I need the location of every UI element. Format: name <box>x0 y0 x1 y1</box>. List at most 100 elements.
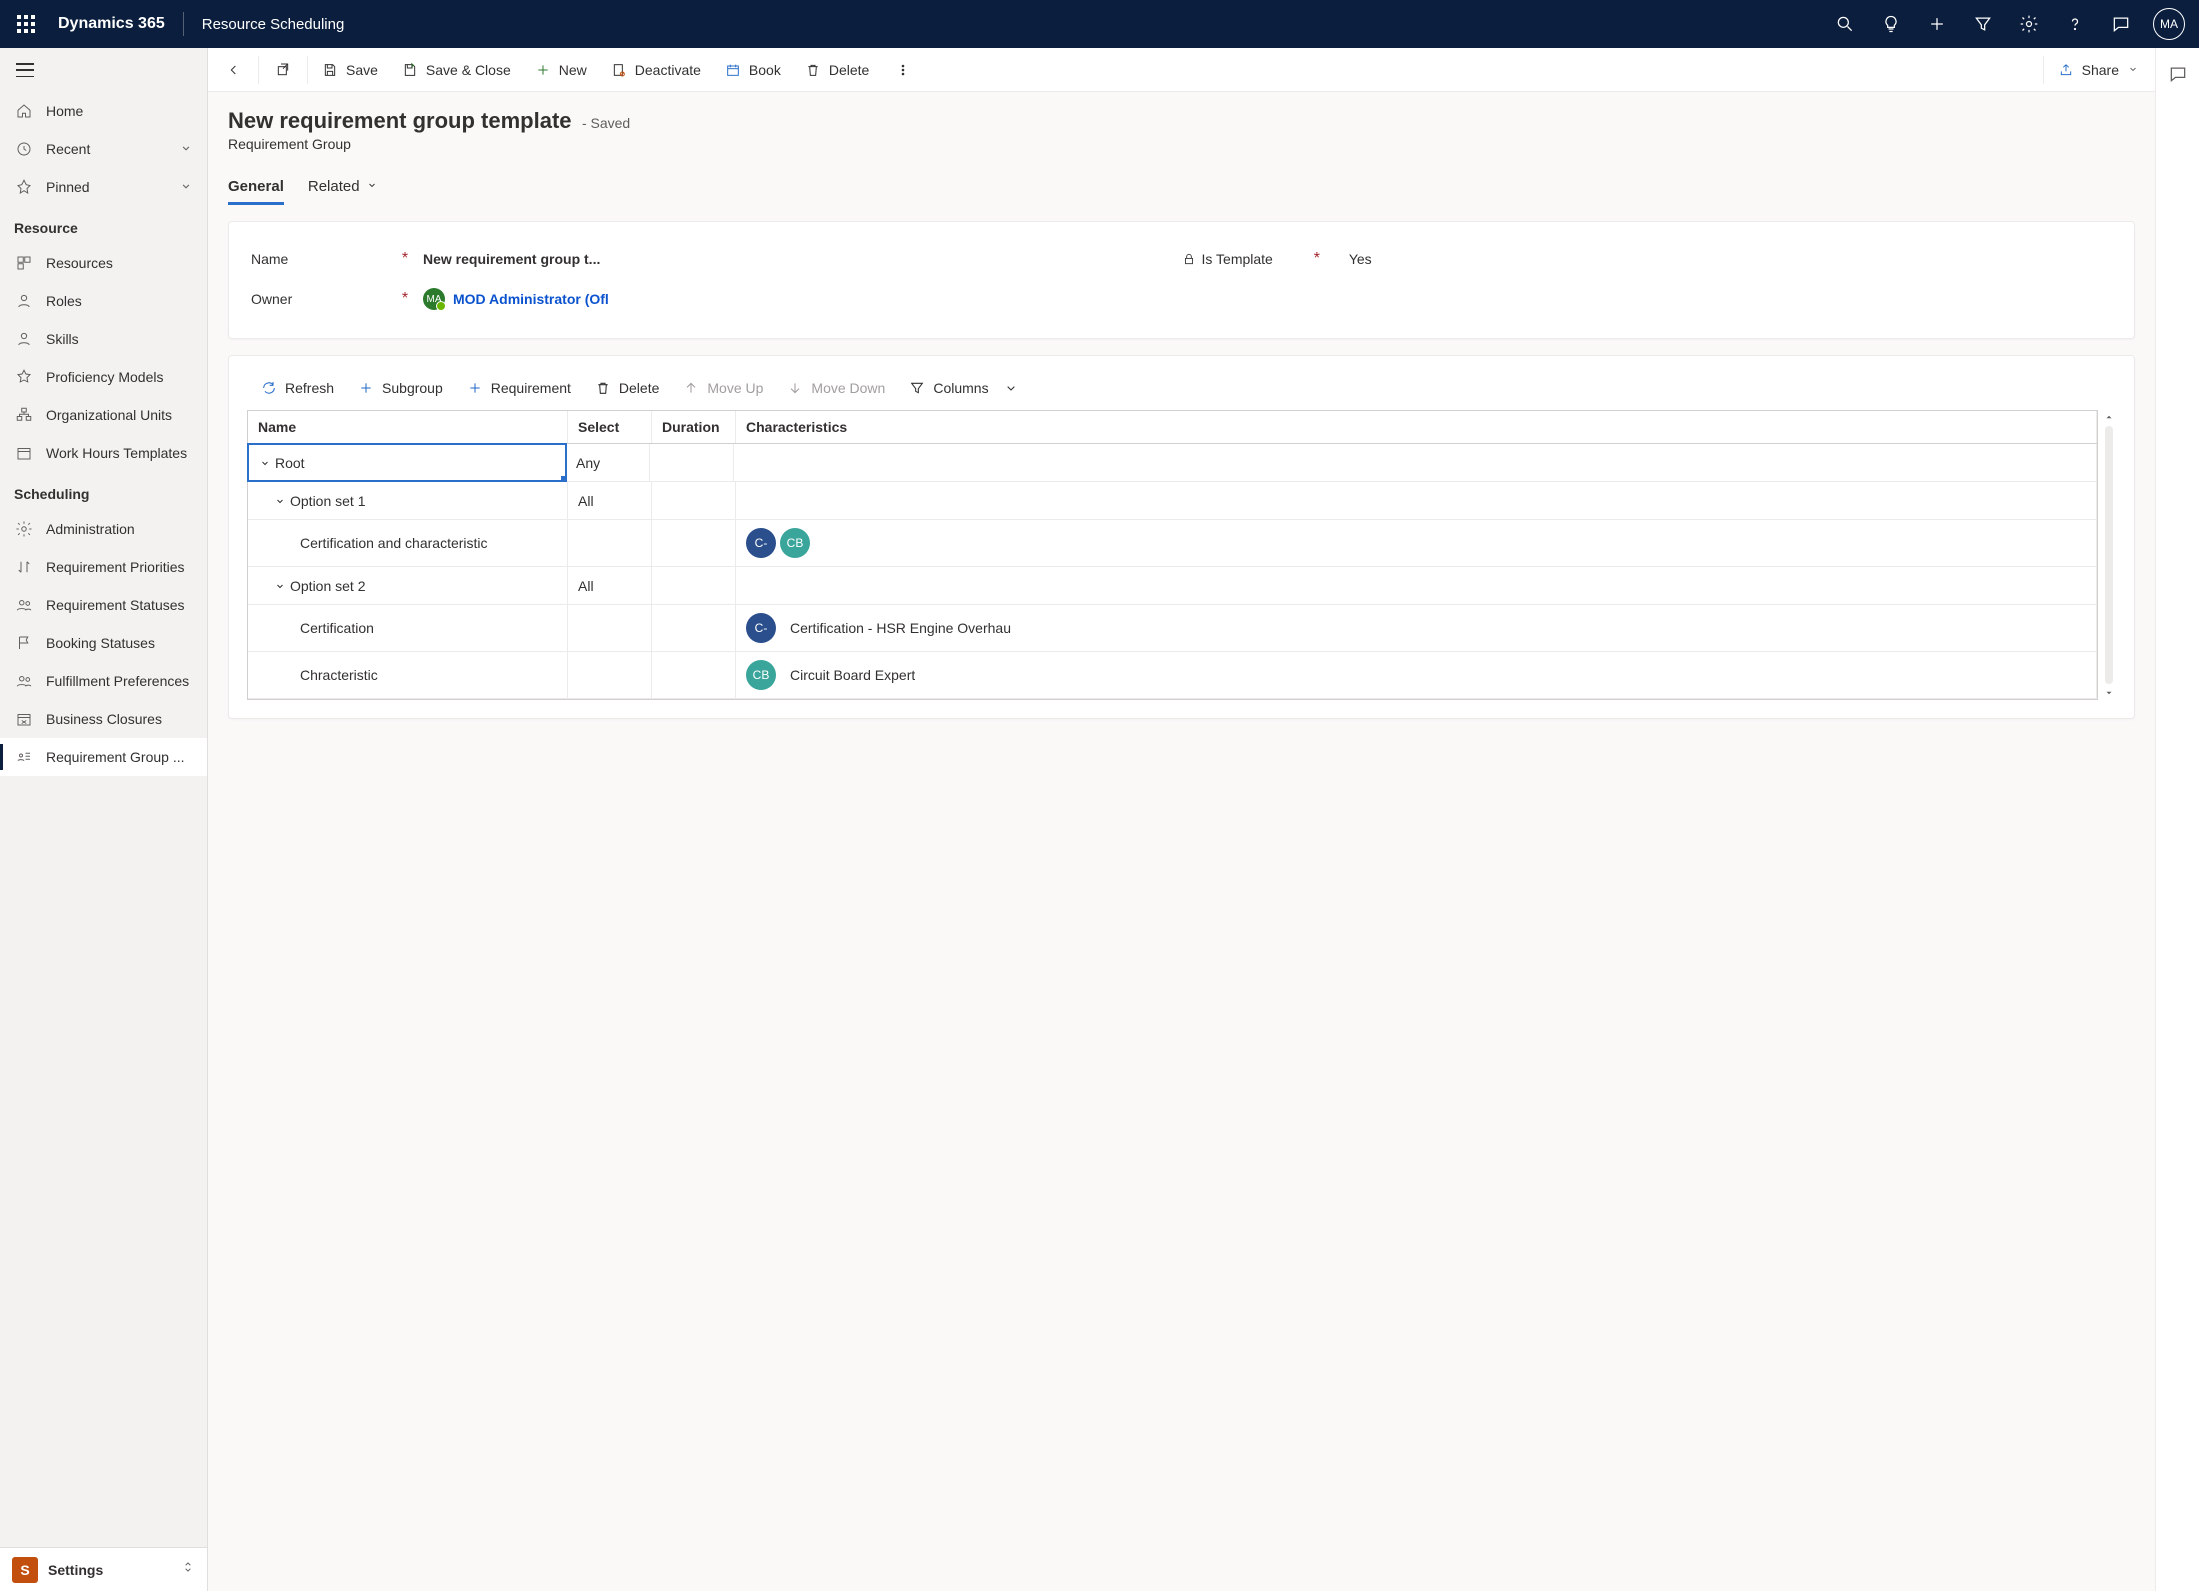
quick-create-button[interactable] <box>1915 0 1959 48</box>
save-button[interactable]: Save <box>310 48 390 92</box>
cell-characteristics[interactable]: CBCircuit Board Expert <box>736 652 2097 698</box>
cell-name[interactable]: Chracteristic <box>248 652 568 698</box>
cell-select[interactable] <box>568 520 652 566</box>
col-header-select[interactable]: Select <box>568 411 652 443</box>
nav-item-business-closures[interactable]: Business Closures <box>0 700 207 738</box>
more-commands-button[interactable] <box>881 48 925 92</box>
nav-item-work-hours-templates[interactable]: Work Hours Templates <box>0 434 207 472</box>
nav-item-pinned[interactable]: Pinned <box>0 168 207 206</box>
requirement-button[interactable]: Requirement <box>457 376 581 400</box>
nav-item-skills[interactable]: Skills <box>0 320 207 358</box>
nav-icon <box>14 557 34 577</box>
cell-characteristics[interactable] <box>734 444 2097 481</box>
nav-item-proficiency-models[interactable]: Proficiency Models <box>0 358 207 396</box>
share-button[interactable]: Share <box>2046 48 2151 92</box>
scroll-track[interactable] <box>2105 426 2113 684</box>
columns-button[interactable]: Columns <box>899 376 1028 400</box>
assistant-rail-button[interactable] <box>2162 58 2194 95</box>
area-switcher[interactable]: S Settings <box>0 1547 207 1591</box>
cell-name[interactable]: Certification <box>248 605 568 651</box>
grid-row[interactable]: Chracteristic CBCircuit Board Expert <box>248 652 2097 699</box>
nav-item-requirement-statuses[interactable]: Requirement Statuses <box>0 586 207 624</box>
cell-duration[interactable] <box>652 652 736 698</box>
field-value-name[interactable]: New requirement group t... <box>423 251 600 267</box>
cell-select[interactable]: Any <box>566 444 650 481</box>
cell-characteristics[interactable] <box>736 482 2097 519</box>
cell-select[interactable]: All <box>568 567 652 604</box>
cell-name[interactable]: Option set 2 <box>248 567 568 604</box>
delete-button[interactable]: Delete <box>793 48 881 92</box>
nav-item-organizational-units[interactable]: Organizational Units <box>0 396 207 434</box>
move-up-button[interactable]: Move Up <box>673 376 773 400</box>
subgroup-button[interactable]: Subgroup <box>348 376 453 400</box>
back-button[interactable] <box>212 48 256 92</box>
lock-icon <box>1182 252 1196 266</box>
nav-item-recent[interactable]: Recent <box>0 130 207 168</box>
cell-duration[interactable] <box>652 567 736 604</box>
expand-toggle[interactable] <box>274 495 286 507</box>
area-label: Settings <box>48 1562 103 1578</box>
grid-row[interactable]: Option set 1All <box>248 482 2097 520</box>
field-value-istemplate[interactable]: Yes <box>1349 251 1372 267</box>
collapse-nav-button[interactable] <box>0 48 207 92</box>
grid-row[interactable]: Option set 2All <box>248 567 2097 605</box>
cell-select[interactable] <box>568 652 652 698</box>
nav-item-requirement-group[interactable]: Requirement Group ... <box>0 738 207 776</box>
help-button[interactable] <box>2053 0 2097 48</box>
grid-delete-button[interactable]: Delete <box>585 376 669 400</box>
app-name[interactable]: Resource Scheduling <box>190 16 357 33</box>
expand-toggle[interactable] <box>259 457 271 469</box>
refresh-button[interactable]: Refresh <box>251 376 344 400</box>
cell-select[interactable]: All <box>568 482 652 519</box>
cell-duration[interactable] <box>652 605 736 651</box>
settings-button[interactable] <box>2007 0 2051 48</box>
deactivate-button[interactable]: Deactivate <box>599 48 713 92</box>
expand-toggle[interactable] <box>274 580 286 592</box>
move-down-button[interactable]: Move Down <box>777 376 895 400</box>
tab-general[interactable]: General <box>228 172 284 205</box>
grid-row[interactable]: Certification C-Certification - HSR Engin… <box>248 605 2097 652</box>
brand-title[interactable]: Dynamics 365 <box>46 15 177 33</box>
advanced-filter-button[interactable] <box>1961 0 2005 48</box>
cell-name[interactable]: Option set 1 <box>248 482 568 519</box>
col-header-characteristics[interactable]: Characteristics <box>736 411 2097 443</box>
cell-name[interactable]: Root <box>247 443 567 482</box>
tab-related[interactable]: Related <box>308 172 378 205</box>
assistant-button[interactable] <box>1869 0 1913 48</box>
cell-characteristics[interactable] <box>736 567 2097 604</box>
search-button[interactable] <box>1823 0 1867 48</box>
nav-item-fulfillment-preferences[interactable]: Fulfillment Preferences <box>0 662 207 700</box>
characteristic-chip[interactable]: CB <box>780 528 810 558</box>
grid-row[interactable]: Certification and characteristic C-CB <box>248 520 2097 567</box>
cell-duration[interactable] <box>652 482 736 519</box>
account-button[interactable]: MA <box>2153 8 2185 40</box>
book-button[interactable]: Book <box>713 48 793 92</box>
characteristic-chip[interactable]: C- <box>746 528 776 558</box>
grid-row[interactable]: RootAny <box>248 444 2097 482</box>
cell-name[interactable]: Certification and characteristic <box>248 520 568 566</box>
characteristic-chip[interactable]: C- <box>746 613 776 643</box>
characteristic-chip[interactable]: CB <box>746 660 776 690</box>
cell-characteristics[interactable]: C-CB <box>736 520 2097 566</box>
field-value-owner[interactable]: MOD Administrator (Ofl <box>453 291 609 307</box>
nav-item-requirement-priorities[interactable]: Requirement Priorities <box>0 548 207 586</box>
nav-item-label: Requirement Statuses <box>46 597 193 613</box>
app-launcher-button[interactable] <box>6 0 46 48</box>
requirement-tree-grid[interactable]: Name Select Duration Characteristics Roo… <box>247 410 2098 700</box>
new-button[interactable]: New <box>523 48 599 92</box>
cell-characteristics[interactable]: C-Certification - HSR Engine Overhau <box>736 605 2097 651</box>
nav-item-roles[interactable]: Roles <box>0 282 207 320</box>
col-header-duration[interactable]: Duration <box>652 411 736 443</box>
nav-item-booking-statuses[interactable]: Booking Statuses <box>0 624 207 662</box>
grid-scrollbar[interactable] <box>2102 410 2116 700</box>
cell-duration[interactable] <box>652 520 736 566</box>
open-new-window-button[interactable] <box>261 48 305 92</box>
cell-duration[interactable] <box>650 444 734 481</box>
col-header-name[interactable]: Name <box>248 411 568 443</box>
nav-item-resources[interactable]: Resources <box>0 244 207 282</box>
chat-button[interactable] <box>2099 0 2143 48</box>
nav-item-home[interactable]: Home <box>0 92 207 130</box>
nav-item-administration[interactable]: Administration <box>0 510 207 548</box>
save-close-button[interactable]: Save & Close <box>390 48 523 92</box>
cell-select[interactable] <box>568 605 652 651</box>
